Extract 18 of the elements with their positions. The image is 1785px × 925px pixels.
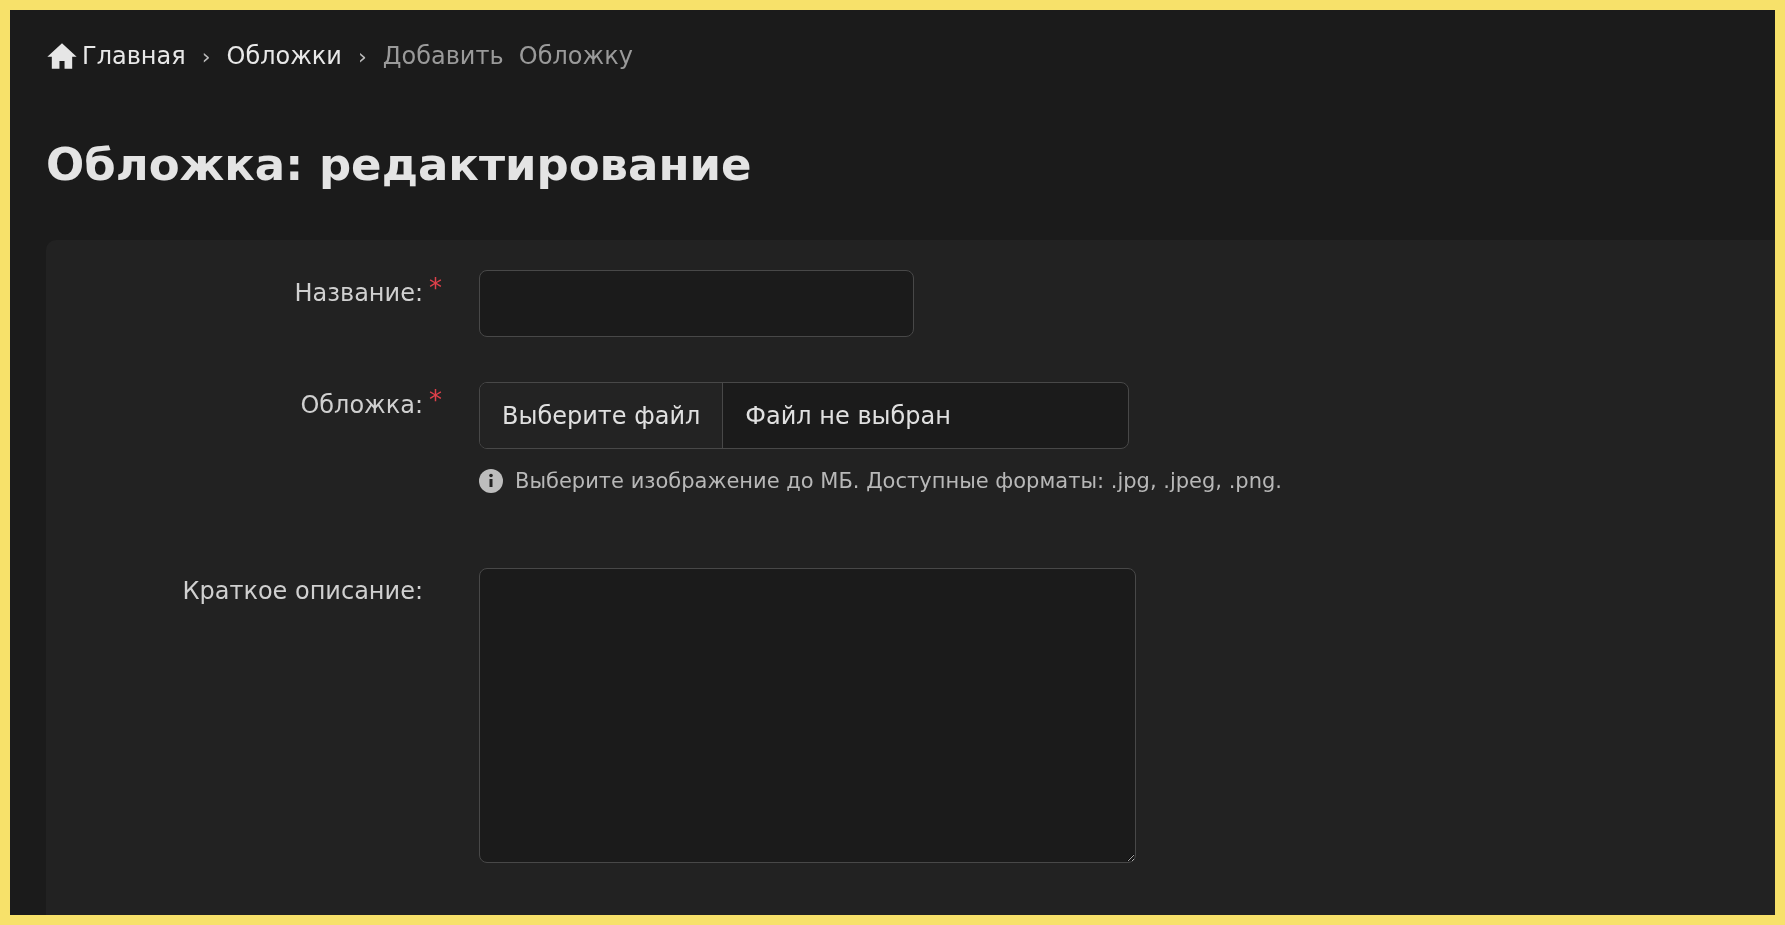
field-label: Краткое описание: <box>182 576 423 607</box>
choose-file-button[interactable]: Выберите файл <box>480 383 724 448</box>
home-icon <box>46 42 78 70</box>
breadcrumb-separator: › <box>201 43 211 69</box>
description-textarea[interactable] <box>479 568 1136 863</box>
hint-text: Выберите изображение до МБ. Доступные форматы: .jpg, .jpeg, .png. <box>515 469 1282 493</box>
field-label: Обложка: <box>300 390 423 421</box>
required-mark: * <box>429 275 441 301</box>
file-status-text: Файл не выбран <box>744 400 952 432</box>
breadcrumb-current: Добавить Обложку <box>382 42 633 70</box>
field-label: Название: <box>294 278 423 309</box>
required-mark: * <box>429 387 441 413</box>
name-input-field[interactable] <box>479 270 914 337</box>
page-title: Обложка: редактирование <box>46 137 753 193</box>
breadcrumb-separator: › <box>357 43 367 69</box>
info-icon <box>479 469 503 493</box>
breadcrumb-link[interactable]: Обложки <box>226 42 342 70</box>
breadcrumb-home-link[interactable]: Главная <box>46 42 186 70</box>
